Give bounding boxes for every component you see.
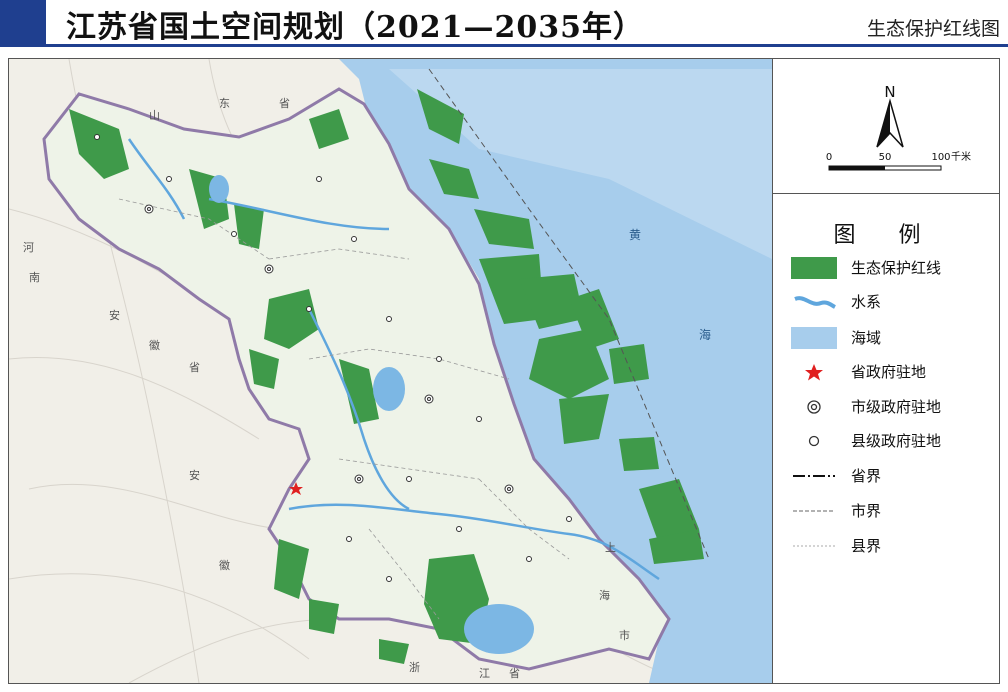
legend-item-province-boundary: 省界 (791, 465, 991, 491)
legend-item-county-boundary: 县界 (791, 535, 991, 561)
map-area: 山 东 省 河 南 安 徽 省 安 徽 上 海 市 浙 江 省 黄 海 (9, 59, 772, 683)
sea-swatch (791, 327, 837, 349)
dashed-line-icon (793, 510, 835, 512)
map-subtitle: 生态保护红线图 (866, 18, 1000, 40)
legend-item-city-seat: 市级政府驻地 (791, 396, 991, 422)
map-label-anhui-3: 省 (189, 361, 200, 374)
map-label-shandong-2: 东 (219, 97, 230, 110)
map-label-anhui-2: 徽 (149, 338, 160, 352)
scale-tick-100: 100 (931, 152, 950, 163)
map-label-zhejiang-1: 浙 (409, 661, 420, 674)
circle-icon (808, 435, 820, 447)
title-underline (0, 44, 1008, 47)
map-label-shandong-3: 省 (279, 97, 290, 110)
legend-label-provincial-capital: 省政府驻地 (851, 363, 927, 381)
compass-and-scale: N 0 50 100 千米 (826, 83, 971, 171)
map-label-anhui-4: 安 (189, 468, 200, 482)
double-circle-icon (807, 400, 821, 414)
map-label-zhejiang-2: 江 (479, 667, 490, 680)
legend-item-provincial-capital: 省政府驻地 (791, 361, 991, 387)
legend-label-county-seat: 县级政府驻地 (851, 432, 942, 450)
legend-label-water: 水系 (851, 293, 882, 311)
map-label-yellow-sea-1: 黄 (629, 228, 641, 242)
page-title: 江苏省国土空间规划（2021—2035年） (66, 10, 644, 45)
map-label-shanghai-1: 上 (605, 541, 616, 554)
map-label-yellow-sea-2: 海 (699, 327, 711, 342)
legend-item-water: 水系 (791, 291, 991, 317)
legend-label-sea: 海域 (851, 329, 882, 347)
dotted-line-icon (793, 545, 835, 547)
scale-bar-fill (829, 166, 885, 170)
green-fill-swatch (791, 257, 837, 279)
scale-tick-0: 0 (826, 152, 832, 163)
dash-dot-line-icon (793, 475, 835, 477)
map-label-anhui-5: 徽 (219, 558, 230, 572)
map-label-shanghai-3: 市 (619, 628, 630, 642)
title-bar: 江苏省国土空间规划（2021—2035年） 生态保护红线图 (0, 0, 1008, 50)
map-label-anhui-1: 安 (109, 308, 120, 322)
legend-label-province-boundary: 省界 (851, 467, 882, 485)
legend-label-redline: 生态保护红线 (851, 259, 942, 277)
legend-item-city-boundary: 市界 (791, 500, 991, 526)
map-label-zhejiang-3: 省 (509, 667, 520, 680)
river-swatch-icon (794, 296, 836, 309)
legend-item-sea: 海域 (791, 327, 991, 353)
legend-title: 图 例 (833, 223, 939, 248)
red-star-icon (805, 364, 823, 381)
map-svg: 山 东 省 河 南 安 徽 省 安 徽 上 海 市 浙 江 省 黄 海 (9, 59, 772, 683)
title-accent-block (0, 0, 46, 44)
legend-item-redline: 生态保护红线 (791, 257, 991, 283)
scale-unit: 千米 (951, 150, 971, 163)
legend-item-county-seat: 县级政府驻地 (791, 430, 991, 456)
legend-label-city-boundary: 市界 (851, 502, 882, 520)
legend-label-county-boundary: 县界 (851, 537, 882, 555)
map-label-shanghai-2: 海 (599, 588, 610, 602)
map-label-shandong-1: 山 (149, 109, 160, 122)
legend-label-city-seat: 市级政府驻地 (851, 398, 942, 416)
map-label-henan-2: 南 (29, 271, 40, 284)
scale-tick-50: 50 (879, 152, 892, 163)
legend-panel: N 0 50 100 千米 图 例 生态保护红线 水系 海域 省政府驻地 市级政 (772, 59, 999, 683)
map-label-henan-1: 河 (23, 241, 34, 254)
legend-divider (773, 193, 999, 194)
